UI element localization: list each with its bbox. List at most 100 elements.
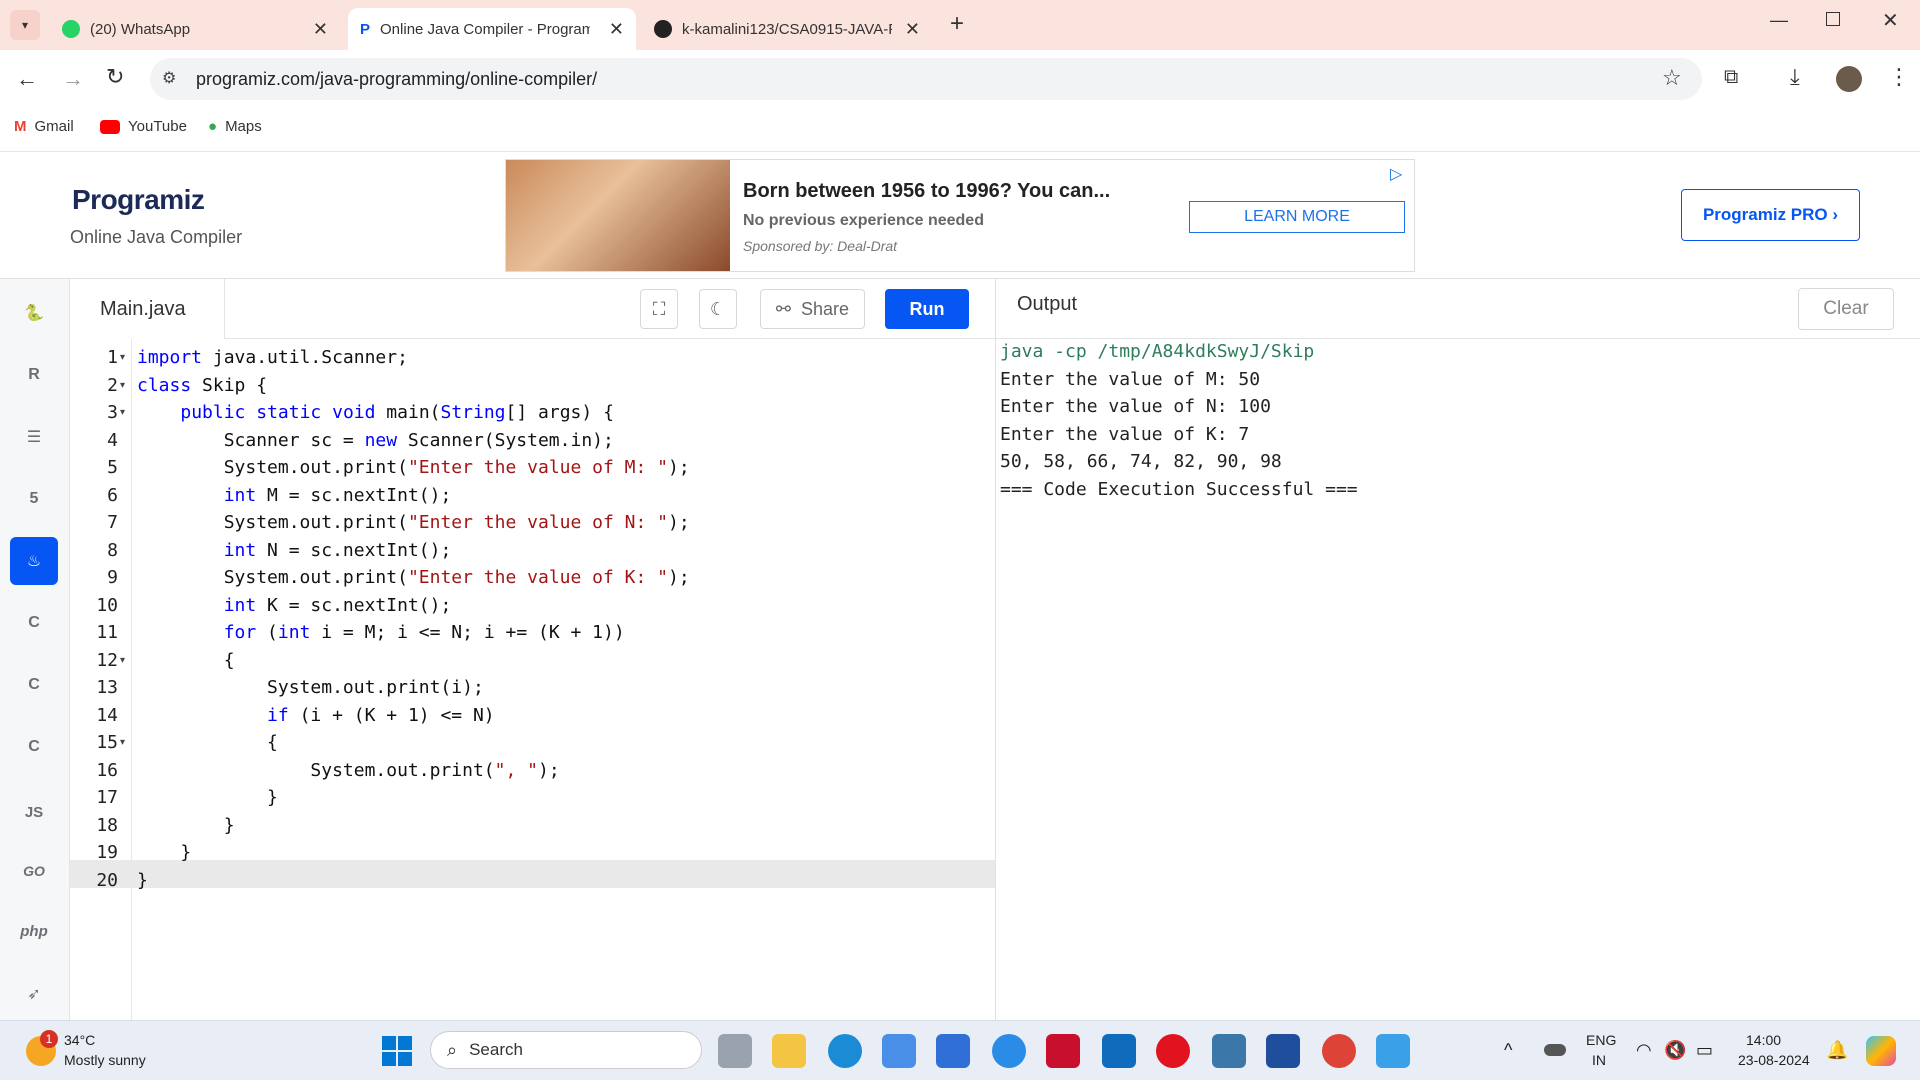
opera-icon[interactable] (1156, 1034, 1190, 1068)
code-line[interactable]: { (137, 729, 278, 757)
code-line[interactable]: System.out.print(i); (137, 674, 484, 702)
html5-icon[interactable]: 5 (10, 475, 58, 523)
bookmark-maps[interactable]: ● Maps (208, 118, 262, 135)
notification-bell-icon[interactable]: 🔔 (1826, 1040, 1848, 1061)
python-app-icon[interactable] (1212, 1034, 1246, 1068)
edge-icon[interactable] (828, 1034, 862, 1068)
close-window-button[interactable]: ✕ (1882, 8, 1899, 33)
code-line[interactable]: Scanner sc = new Scanner(System.in); (137, 427, 614, 455)
bookmark-gmail[interactable]: M Gmail (14, 118, 74, 135)
extensions-icon[interactable]: ⧉ (1724, 66, 1738, 89)
swift-icon[interactable]: ➶ (10, 970, 58, 1018)
chrome-icon[interactable] (1322, 1034, 1356, 1068)
fullscreen-button[interactable]: ⛶ (640, 289, 678, 329)
fold-toggle-icon[interactable]: ▾ (120, 399, 125, 427)
copilot-icon[interactable] (1866, 1036, 1896, 1066)
go-icon[interactable]: GO (10, 847, 58, 895)
site-info-icon[interactable]: ⚙ (162, 68, 176, 88)
close-tab-icon[interactable]: ✕ (609, 19, 624, 40)
show-hidden-icons[interactable]: ^ (1504, 1040, 1512, 1061)
share-button[interactable]: ⚯ Share (760, 289, 865, 329)
csharp-icon[interactable]: C (10, 723, 58, 771)
code-line[interactable]: int N = sc.nextInt(); (137, 537, 452, 565)
cpp-icon[interactable]: C (10, 661, 58, 709)
code-line[interactable]: public static void main(String[] args) { (137, 399, 614, 427)
r-icon[interactable]: R (10, 351, 58, 399)
code-line[interactable]: if (i + (K + 1) <= N) (137, 702, 495, 730)
dark-mode-button[interactable]: ☾ (699, 289, 737, 329)
ad-image[interactable] (506, 160, 730, 271)
tab-github[interactable]: k-kamalini123/CSA0915-JAVA-P ✕ (642, 8, 932, 50)
store-icon[interactable] (882, 1034, 916, 1068)
reload-icon[interactable]: ↻ (106, 64, 124, 90)
wifi-icon[interactable]: ◠ (1636, 1040, 1652, 1061)
fold-toggle-icon[interactable]: ▾ (120, 344, 125, 372)
language-top[interactable]: ENG (1586, 1032, 1616, 1048)
fold-toggle-icon[interactable]: ▾ (120, 647, 125, 675)
programiz-pro-button[interactable]: Programiz PRO › (1681, 189, 1860, 241)
language-bottom[interactable]: IN (1592, 1052, 1606, 1068)
myhp-icon[interactable] (936, 1034, 970, 1068)
code-line[interactable]: System.out.print("Enter the value of K: … (137, 564, 690, 592)
new-tab-button[interactable]: + (950, 10, 964, 38)
task-view-icon[interactable] (718, 1034, 752, 1068)
url-text[interactable]: programiz.com/java-programming/online-co… (196, 69, 597, 90)
download-icon[interactable]: ⤓ (1790, 64, 1800, 90)
java-icon[interactable]: ♨ (10, 537, 58, 585)
run-button[interactable]: Run (885, 289, 969, 329)
minimize-button[interactable]: — (1770, 10, 1788, 31)
code-line[interactable]: } (137, 812, 235, 840)
clock-date[interactable]: 23-08-2024 (1738, 1052, 1810, 1068)
browser-menu-icon[interactable]: ⋮ (1888, 64, 1910, 90)
windows-start-icon[interactable] (382, 1036, 412, 1066)
sql-icon[interactable]: ☰ (10, 413, 58, 461)
back-icon[interactable]: ← (16, 66, 38, 92)
clear-button[interactable]: Clear (1798, 288, 1894, 330)
outlook-icon[interactable] (1102, 1034, 1136, 1068)
restore-button[interactable] (1826, 12, 1840, 26)
photos-icon[interactable] (1376, 1034, 1410, 1068)
fold-toggle-icon[interactable]: ▾ (120, 372, 125, 400)
code-line[interactable]: int K = sc.nextInt(); (137, 592, 452, 620)
help-icon[interactable] (992, 1034, 1026, 1068)
code-line[interactable]: int M = sc.nextInt(); (137, 482, 452, 510)
fold-toggle-icon[interactable]: ▾ (120, 729, 125, 757)
taskbar-search[interactable]: ⌕ Search (430, 1031, 702, 1069)
c-icon[interactable]: C (10, 599, 58, 647)
close-tab-icon[interactable]: ✕ (905, 19, 920, 40)
volume-muted-icon[interactable]: 🔇 (1664, 1040, 1686, 1061)
code-line[interactable]: } (137, 784, 278, 812)
ad-learn-more-button[interactable]: LEARN MORE (1189, 201, 1405, 233)
python-icon[interactable]: 🐍 (10, 289, 58, 337)
ad-headline[interactable]: Born between 1956 to 1996? You can... (743, 180, 1110, 203)
devcpp-icon[interactable] (1266, 1034, 1300, 1068)
php-icon[interactable]: php (10, 907, 58, 955)
code-line[interactable]: import java.util.Scanner; (137, 344, 408, 372)
onedrive-icon[interactable] (1544, 1044, 1566, 1056)
profile-avatar[interactable] (1836, 66, 1862, 92)
clock-time[interactable]: 14:00 (1746, 1032, 1781, 1048)
programiz-logo[interactable]: Programiz (72, 184, 205, 216)
mcafee-icon[interactable] (1046, 1034, 1080, 1068)
adchoices-icon[interactable]: ▷ (1390, 164, 1402, 184)
code-line[interactable]: System.out.print("Enter the value of N: … (137, 509, 690, 537)
close-tab-icon[interactable]: ✕ (313, 19, 328, 40)
bookmark-youtube[interactable]: YouTube (100, 118, 187, 135)
file-explorer-icon[interactable] (772, 1034, 806, 1068)
tab-programiz[interactable]: P Online Java Compiler - Programiz ✕ (348, 8, 636, 50)
code-line[interactable]: System.out.print(", "); (137, 757, 559, 785)
code-line[interactable]: System.out.print("Enter the value of M: … (137, 454, 690, 482)
forward-icon[interactable]: → (62, 66, 84, 92)
js-icon[interactable]: JS (10, 788, 58, 836)
tab-whatsapp[interactable]: (20) WhatsApp ✕ (50, 8, 340, 50)
tab-search-button[interactable]: ▾ (10, 10, 40, 40)
code-line[interactable]: } (137, 867, 148, 895)
battery-icon[interactable]: ▭ (1696, 1040, 1713, 1061)
code-line[interactable]: class Skip { (137, 372, 267, 400)
code-line[interactable]: for (int i = M; i <= N; i += (K + 1)) (137, 619, 625, 647)
panel-divider[interactable] (995, 279, 996, 1020)
code-line[interactable]: { (137, 647, 235, 675)
file-tab[interactable]: Main.java (70, 279, 225, 339)
bookmark-star-icon[interactable]: ☆ (1662, 65, 1682, 91)
code-line[interactable]: } (137, 839, 191, 867)
